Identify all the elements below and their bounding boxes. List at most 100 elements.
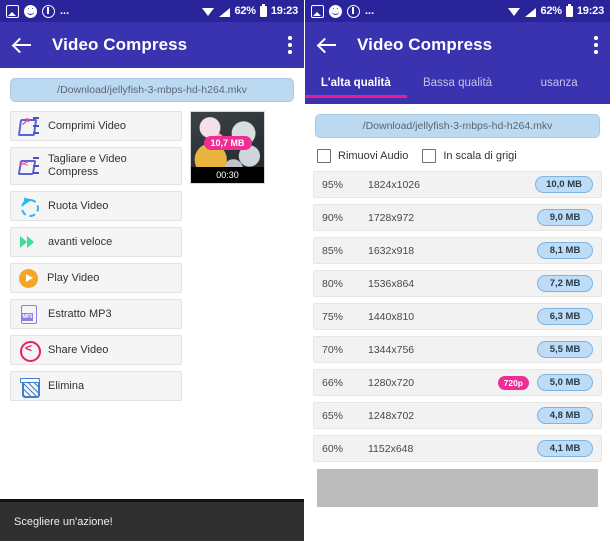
smiley-icon bbox=[24, 4, 37, 18]
fast-forward-icon bbox=[19, 232, 39, 252]
left-body: /Download/jellyfish-3-mbps-hd-h264.mkv C… bbox=[0, 78, 304, 401]
play-video-icon bbox=[19, 268, 38, 288]
action-estratto-mp3[interactable]: Estratto MP3 bbox=[10, 299, 182, 329]
file-path-pill-right[interactable]: /Download/jellyfish-3-mbps-hd-h264.mkv bbox=[315, 114, 600, 138]
tab-alta-qualita[interactable]: L'alta qualità bbox=[305, 68, 407, 98]
action-label: Elimina bbox=[48, 379, 85, 392]
quality-percent: 95% bbox=[322, 178, 344, 191]
quality-row[interactable]: 85% 1632x918 8,1 MB bbox=[313, 237, 602, 264]
overflow-menu-icon[interactable] bbox=[288, 36, 292, 54]
action-play-video[interactable]: Play Video bbox=[10, 263, 182, 293]
page-title: Video Compress bbox=[52, 35, 188, 54]
app-bar-left: Video Compress bbox=[0, 22, 304, 68]
clock: 19:23 bbox=[270, 5, 298, 17]
file-size-badge: 10,7 MB bbox=[203, 136, 252, 151]
quality-row[interactable]: 75% 1440x810 6,3 MB bbox=[313, 303, 602, 330]
right-body: /Download/jellyfish-3-mbps-hd-h264.mkv R… bbox=[305, 114, 610, 507]
quality-size-badge: 4,1 MB bbox=[537, 440, 593, 457]
action-label: Estratto MP3 bbox=[48, 307, 112, 320]
action-comprimi-video[interactable]: Comprimi Video bbox=[10, 111, 182, 141]
option-scala-di-grigi[interactable]: In scala di grigi bbox=[422, 149, 517, 163]
quality-size-badge: 10,0 MB bbox=[535, 176, 593, 193]
battery-percent: 62% bbox=[234, 5, 256, 17]
photo-icon bbox=[311, 4, 324, 18]
quality-percent: 66% bbox=[322, 376, 344, 389]
file-path-pill-left[interactable]: /Download/jellyfish-3-mbps-hd-h264.mkv bbox=[10, 78, 294, 102]
quality-row[interactable]: 95% 1824x1026 10,0 MB bbox=[313, 171, 602, 198]
photo-icon bbox=[6, 4, 19, 18]
more-dots-icon: ... bbox=[365, 5, 375, 17]
overflow-menu-icon[interactable] bbox=[594, 36, 598, 54]
quality-resolution: 1248x702 bbox=[368, 409, 415, 422]
back-arrow-icon[interactable] bbox=[12, 34, 34, 56]
quality-resolution: 1632x918 bbox=[368, 244, 415, 257]
quality-percent: 70% bbox=[322, 343, 344, 356]
status-bar-notifications: ... bbox=[6, 4, 202, 18]
video-thumbnail[interactable]: 10,7 MB 00:30 bbox=[190, 111, 265, 184]
toast-message: Scegliere un'azione! bbox=[0, 499, 304, 541]
status-bar-left: ... 62% 19:23 bbox=[0, 0, 304, 22]
action-share-video[interactable]: Share Video bbox=[10, 335, 182, 365]
duration-label: 00:30 bbox=[191, 167, 264, 183]
tab-usanza[interactable]: usanza bbox=[508, 68, 610, 98]
signal-icon bbox=[524, 6, 537, 17]
action-avanti-veloce[interactable]: avanti veloce bbox=[10, 227, 182, 257]
smiley-icon bbox=[329, 4, 342, 18]
quality-row[interactable]: 70% 1344x756 5,5 MB bbox=[313, 336, 602, 363]
app-bar-right: Video Compress bbox=[305, 22, 610, 68]
quality-tabs: L'alta qualità Bassa qualità usanza bbox=[305, 68, 610, 101]
tab-label: usanza bbox=[540, 77, 578, 89]
quality-size-badge: 4,8 MB bbox=[537, 407, 593, 424]
checkbox-scala-di-grigi[interactable] bbox=[422, 149, 437, 163]
compress-video-icon bbox=[19, 115, 39, 136]
quality-resolution: 1824x1026 bbox=[368, 178, 420, 191]
quality-percent: 80% bbox=[322, 277, 344, 290]
status-bar-right: ... 62% 19:23 bbox=[305, 0, 610, 22]
signal-icon bbox=[218, 6, 231, 17]
tab-bar-baseline bbox=[305, 101, 610, 104]
quality-size-badge: 7,2 MB bbox=[537, 275, 593, 292]
options-row: Rimuovi Audio In scala di grigi bbox=[305, 138, 610, 171]
action-tagliare-e-video-compress[interactable]: Tagliare e Video Compress bbox=[10, 147, 182, 185]
quality-row[interactable]: 60% 1152x648 4,1 MB bbox=[313, 435, 602, 462]
quality-resolution: 1152x648 bbox=[368, 442, 414, 455]
clock: 19:23 bbox=[576, 5, 604, 17]
back-arrow-icon[interactable] bbox=[317, 34, 339, 56]
bottom-placeholder-block bbox=[317, 469, 598, 507]
option-rimuovi-audio[interactable]: Rimuovi Audio bbox=[317, 149, 408, 163]
quality-resolution: 1536x864 bbox=[368, 277, 415, 290]
right-phone-screen: ... 62% 19:23 Video Compress L'alta qual… bbox=[305, 0, 610, 541]
more-dots-icon: ... bbox=[60, 5, 70, 17]
quality-row[interactable]: 90% 1728x972 9,0 MB bbox=[313, 204, 602, 231]
quality-size-badge: 8,1 MB bbox=[537, 242, 593, 259]
status-bar-system: 62% 19:23 bbox=[202, 3, 298, 17]
checkbox-rimuovi-audio[interactable] bbox=[317, 149, 331, 163]
quality-percent: 75% bbox=[322, 310, 344, 323]
dual-screenshot: ... 62% 19:23 Video Compress /Download/j… bbox=[0, 0, 610, 541]
quality-row[interactable]: 65% 1248x702 4,8 MB bbox=[313, 402, 602, 429]
quality-row[interactable]: 80% 1536x864 7,2 MB bbox=[313, 270, 602, 297]
quality-percent: 90% bbox=[322, 211, 344, 224]
wifi-icon bbox=[202, 6, 215, 17]
quality-resolution: 1440x810 bbox=[368, 310, 415, 323]
toast-text: Scegliere un'azione! bbox=[14, 515, 113, 528]
left-phone-screen: ... 62% 19:23 Video Compress /Download/j… bbox=[0, 0, 305, 541]
status-bar-notifications: ... bbox=[311, 4, 508, 18]
quality-row-720p[interactable]: 66% 1280x720 720p 5,0 MB bbox=[313, 369, 602, 396]
action-elimina[interactable]: Elimina bbox=[10, 371, 182, 401]
quality-size-badge: 5,0 MB bbox=[537, 374, 593, 391]
quality-resolution: 1344x756 bbox=[368, 343, 415, 356]
page-title: Video Compress bbox=[357, 35, 493, 54]
cut-video-icon bbox=[19, 156, 39, 176]
tab-bassa-qualita[interactable]: Bassa qualità bbox=[407, 68, 509, 98]
battery-icon bbox=[565, 3, 573, 17]
battery-icon bbox=[259, 3, 267, 17]
quality-resolution: 1280x720 bbox=[368, 376, 415, 389]
quality-percent: 65% bbox=[322, 409, 344, 422]
status-bar-system: 62% 19:23 bbox=[508, 3, 604, 17]
action-label: Comprimi Video bbox=[48, 119, 127, 132]
quality-percent: 85% bbox=[322, 244, 344, 257]
action-ruota-video[interactable]: Ruota Video bbox=[10, 191, 182, 221]
tab-label: L'alta qualità bbox=[320, 77, 391, 89]
action-label: Tagliare e Video Compress bbox=[48, 153, 127, 178]
